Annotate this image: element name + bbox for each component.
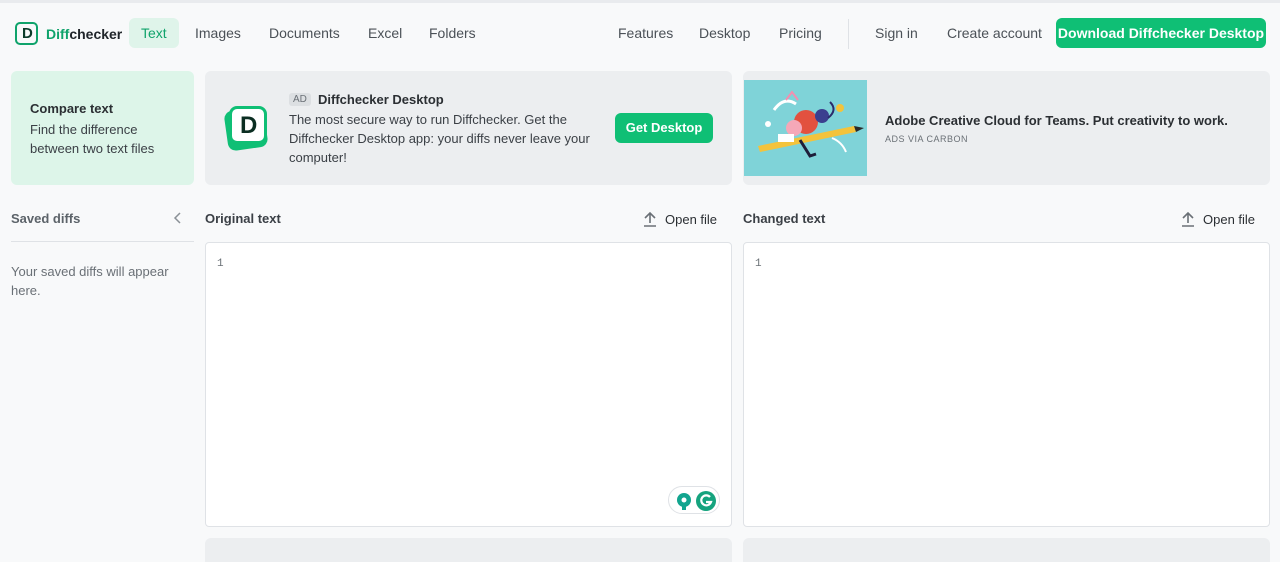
diffchecker-app-icon: D [223,105,270,152]
bottom-ad-card-left [205,538,732,562]
original-text-editor[interactable]: 1 [205,242,732,527]
compare-card-description: Find the difference between two text fil… [30,122,155,156]
create-account-link[interactable]: Create account [935,18,1054,48]
download-desktop-button[interactable]: Download Diffchecker Desktop [1056,18,1266,48]
open-file-label: Open file [665,211,718,227]
original-text-label: Original text [205,211,281,226]
open-file-label: Open file [1203,211,1256,227]
ad-title: Diffchecker Desktop [318,92,444,107]
nav-tab-documents[interactable]: Documents [257,18,352,48]
nav-link-desktop[interactable]: Desktop [687,18,762,48]
app-icon-letter: D [240,112,258,139]
nav-link-pricing[interactable]: Pricing [767,18,834,48]
logo-icon: D [15,22,38,45]
carbon-ad-text[interactable]: Adobe Creative Cloud for Teams. Put crea… [885,113,1228,128]
logo-text-diff: Diff [46,25,70,42]
line-number: 1 [755,258,762,270]
grammarly-widget[interactable] [668,486,720,514]
carbon-ad-card[interactable]: Adobe Creative Cloud for Teams. Put crea… [743,71,1270,185]
original-open-file-button[interactable]: Open file [643,209,717,229]
compare-card-title: Compare text [30,101,114,116]
compare-text-card: Compare text Find the difference between… [11,71,194,185]
ad-badge: AD [289,93,311,106]
nav-divider [848,19,849,49]
saved-diffs-title: Saved diffs [11,211,81,226]
nav-tab-excel[interactable]: Excel [356,18,414,48]
logo-wordmark: Diffchecker [46,26,122,42]
carbon-ad-image[interactable] [744,80,867,176]
line-number: 1 [217,258,224,270]
saved-diffs-empty-text: Your saved diffs will appear here. [11,264,169,298]
sidebar-divider [11,241,194,242]
changed-open-file-button[interactable]: Open file [1181,209,1255,229]
sign-in-link[interactable]: Sign in [863,18,930,48]
nav-tab-images[interactable]: Images [183,18,253,48]
changed-text-editor[interactable]: 1 [743,242,1270,527]
upload-icon [644,211,656,227]
ad-description: The most secure way to run Diffchecker. … [289,112,590,165]
desktop-ad-card: D AD Diffchecker Desktop The most secure… [205,71,732,185]
bottom-ad-card-right [743,538,1270,562]
diffchecker-logo[interactable]: D Diffchecker [15,22,122,45]
chevron-left-icon[interactable] [173,211,183,225]
logo-letter: D [22,25,33,42]
nav-link-features[interactable]: Features [606,18,685,48]
top-nav: D Diffchecker Text Images Documents Exce… [0,3,1280,63]
logo-text-checker: checker [69,25,123,42]
nav-tab-text[interactable]: Text [129,18,179,48]
upload-icon [1182,211,1194,227]
get-desktop-button[interactable]: Get Desktop [615,113,713,143]
nav-tab-folders[interactable]: Folders [417,18,488,48]
carbon-attribution[interactable]: ADS VIA CARBON [885,134,968,144]
changed-text-label: Changed text [743,211,826,226]
